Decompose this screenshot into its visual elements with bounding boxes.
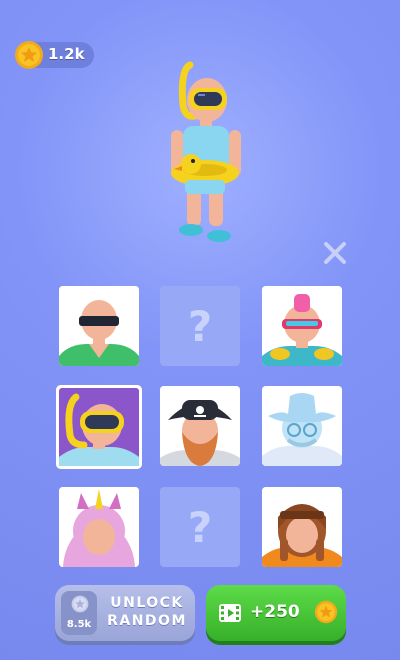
skin-cell-sunglasses[interactable] <box>59 286 139 366</box>
skin-cell-locked-1[interactable]: ? <box>160 286 240 366</box>
ad-reward-amount: +250 <box>250 602 300 622</box>
skin-cell-pirate[interactable] <box>160 386 240 466</box>
skin-cell-unicorn-hood[interactable] <box>59 487 139 567</box>
unlock-price-box: 8.5k <box>61 591 97 635</box>
skin-cell-aviator[interactable] <box>262 487 342 567</box>
skin-cell-punk-visor[interactable] <box>262 286 342 366</box>
question-mark-icon: ? <box>188 503 212 552</box>
ghost-cowboy-skin-icon <box>262 386 342 466</box>
skin-cell-locked-2[interactable]: ? <box>160 487 240 567</box>
skin-cell-snorkel[interactable] <box>56 385 142 469</box>
locked-glyph-2: ? <box>188 503 212 552</box>
skin-grid: ? ? <box>0 0 400 660</box>
snorkel-skin-icon <box>56 385 142 469</box>
unlock-price: 8.5k <box>66 619 92 630</box>
locked-glyph-1: ? <box>188 302 212 351</box>
star-coin-icon <box>314 600 338 624</box>
watch-ad-reward-button[interactable]: +250 <box>206 585 346 641</box>
punk-visor-skin-icon <box>262 286 342 366</box>
star-coin-icon <box>71 595 89 613</box>
video-icon <box>219 604 241 622</box>
pirate-skin-icon <box>160 386 240 466</box>
unlock-random-button[interactable]: 8.5k UNLOCK RANDOM <box>55 585 195 641</box>
skin-cell-ghost-cowboy[interactable] <box>262 386 342 466</box>
sunglasses-skin-icon <box>59 286 139 366</box>
unlock-label-line2: RANDOM <box>107 613 187 629</box>
unicorn-hood-skin-icon <box>59 487 139 567</box>
aviator-skin-icon <box>262 487 342 567</box>
question-mark-icon: ? <box>188 302 212 351</box>
unlock-label-line1: UNLOCK <box>110 595 184 611</box>
